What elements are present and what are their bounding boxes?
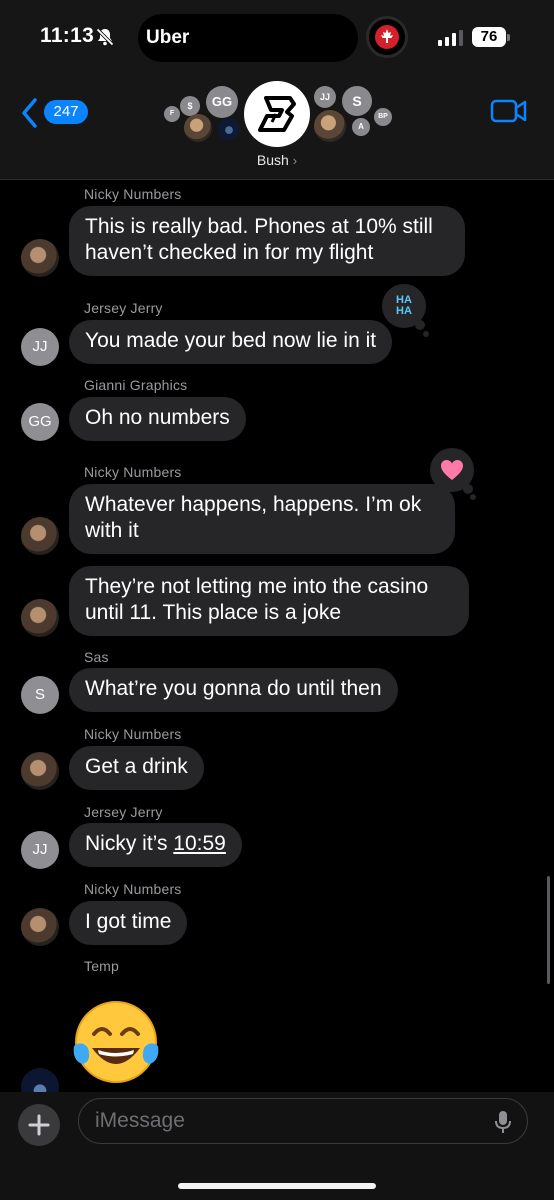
apps-plus-button[interactable]: [18, 1104, 60, 1146]
signal-bars-icon: [438, 30, 463, 46]
sender-avatar[interactable]: [21, 752, 59, 790]
participant-avatar-photo[interactable]: [184, 114, 212, 142]
status-time: 11:13: [40, 24, 95, 47]
sender-name: Jersey Jerry: [84, 804, 163, 820]
message-bubble[interactable]: Get a drink: [69, 746, 204, 790]
airline-live-activity-icon[interactable]: [366, 16, 408, 58]
message-bubble[interactable]: This is really bad. Phones at 10% still …: [69, 206, 465, 276]
island-app-label: Uber: [146, 27, 190, 48]
scrollbar[interactable]: [547, 876, 550, 984]
group-name[interactable]: Bush ›: [0, 152, 554, 168]
sender-avatar[interactable]: [21, 239, 59, 277]
face-with-tears-of-joy-icon[interactable]: [70, 998, 162, 1088]
participant-avatar[interactable]: F: [164, 106, 180, 122]
battery-tip: [507, 34, 510, 41]
video-call-icon[interactable]: [490, 98, 528, 124]
message-bubble[interactable]: Nicky it’s 10:59: [69, 823, 242, 867]
sender-name: Sas: [84, 649, 109, 665]
sender-avatar[interactable]: [21, 908, 59, 946]
tapback-tail: [415, 320, 425, 330]
sender-avatar[interactable]: [21, 517, 59, 555]
unread-count-badge[interactable]: 247: [44, 100, 88, 124]
sender-avatar[interactable]: GG: [21, 403, 59, 441]
message-bubble[interactable]: They’re not letting me into the casino u…: [69, 566, 469, 636]
sender-avatar[interactable]: JJ: [21, 831, 59, 869]
participant-avatar[interactable]: JJ: [314, 86, 336, 108]
sender-name: Nicky Numbers: [84, 186, 182, 202]
status-bar: 11:13 Uber 76: [0, 0, 554, 78]
sender-name: Gianni Graphics: [84, 377, 188, 393]
message-field[interactable]: [78, 1098, 528, 1144]
sender-avatar[interactable]: JJ: [21, 328, 59, 366]
message-bubble[interactable]: What’re you gonna do until then: [69, 668, 398, 712]
sender-name: Temp: [84, 958, 120, 974]
message-bubble[interactable]: Whatever happens, happens. I’m ok with i…: [69, 484, 455, 554]
sender-name: Nicky Numbers: [84, 726, 182, 742]
tapback-tail: [463, 484, 473, 494]
battery-indicator: 76: [472, 27, 506, 47]
group-logo-icon: [258, 96, 296, 132]
sender-name: Nicky Numbers: [84, 881, 182, 897]
sender-avatar[interactable]: S: [21, 676, 59, 714]
sender-name: Jersey Jerry: [84, 300, 163, 316]
participant-avatar[interactable]: $: [180, 96, 200, 116]
participant-avatar-photo[interactable]: [218, 118, 240, 140]
participant-avatar[interactable]: A: [352, 118, 370, 136]
participant-avatar[interactable]: S: [342, 86, 372, 116]
tapback-tail: [470, 494, 476, 500]
conversation-header: 247 F $ GG JJ S BP A Bush ›: [0, 78, 554, 180]
group-avatar[interactable]: [244, 81, 310, 147]
sender-avatar[interactable]: [21, 599, 59, 637]
maple-leaf-icon: [375, 25, 399, 49]
participant-avatar[interactable]: BP: [374, 108, 392, 126]
microphone-icon[interactable]: [493, 1110, 513, 1134]
message-bubble[interactable]: Oh no numbers: [69, 397, 246, 441]
bell-slash-icon: [96, 28, 114, 46]
tapback-tail: [423, 331, 429, 337]
plus-icon: [28, 1114, 50, 1136]
chevron-left-icon: [22, 98, 37, 128]
time-link[interactable]: 10:59: [173, 832, 226, 855]
sender-name: Nicky Numbers: [84, 464, 182, 480]
message-bubble[interactable]: I got time: [69, 901, 188, 945]
home-indicator[interactable]: [178, 1183, 376, 1189]
participant-avatar[interactable]: GG: [206, 86, 238, 118]
chevron-right-icon: ›: [292, 153, 298, 168]
participant-avatar-photo[interactable]: [314, 110, 346, 142]
message-input[interactable]: [95, 1107, 475, 1135]
message-bubble[interactable]: You made your bed now lie in it: [69, 320, 393, 364]
